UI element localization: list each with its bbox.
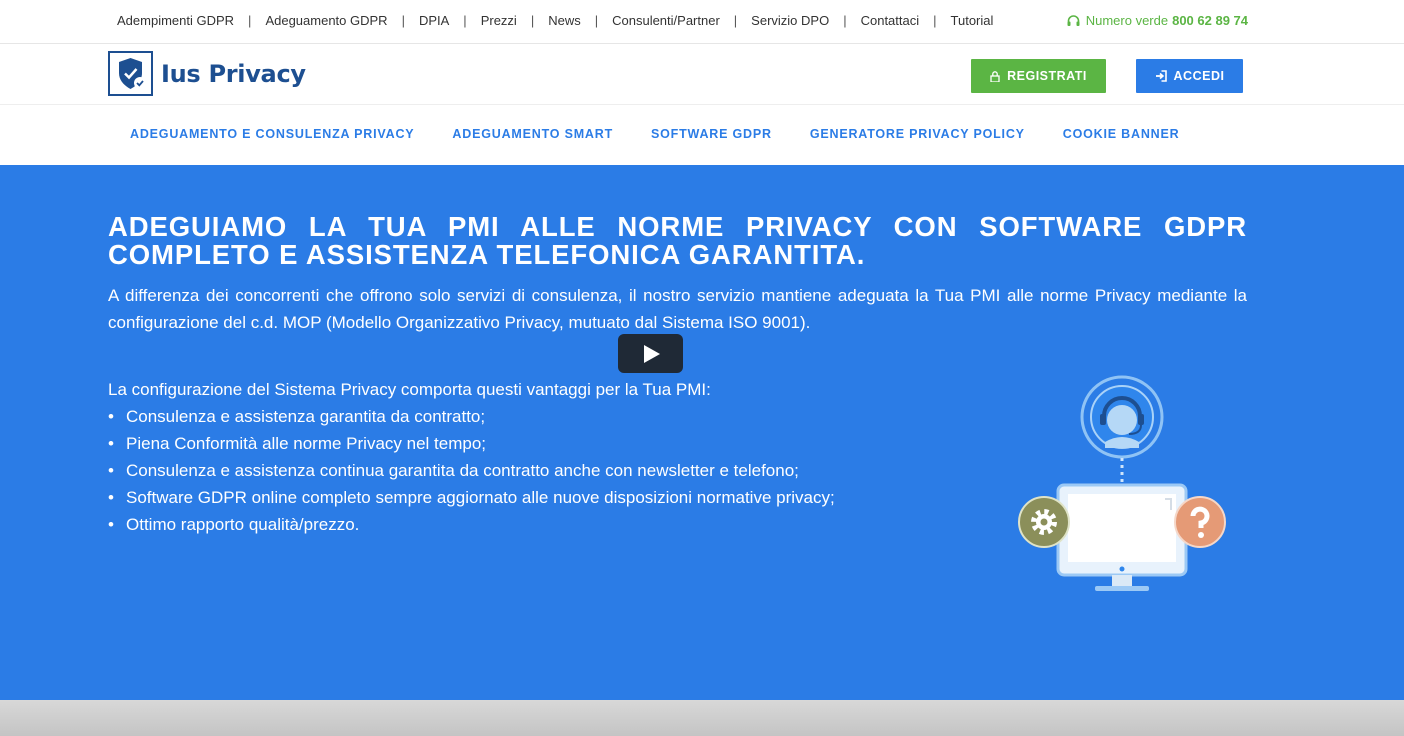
question-mark-icon — [1174, 496, 1226, 548]
toplink-adeguamento-gdpr[interactable]: Adeguamento GDPR — [265, 13, 387, 28]
login-label: ACCEDI — [1173, 69, 1225, 83]
toplink-dpia[interactable]: DPIA — [419, 13, 449, 28]
sign-in-icon — [1155, 70, 1167, 82]
phone-contact[interactable]: Numero verde 800 62 89 74 — [1067, 13, 1248, 28]
benefits-list: Consulenza e assistenza garantita da con… — [108, 403, 835, 538]
nav-adeguamento-smart[interactable]: ADEGUAMENTO SMART — [452, 127, 613, 141]
logo[interactable]: Ius Privacy — [108, 51, 306, 96]
nav-adeguamento-consulenza-privacy[interactable]: ADEGUAMENTO E CONSULENZA PRIVACY — [130, 127, 414, 141]
top-utility-bar: Adempimenti GDPR | Adeguamento GDPR | DP… — [0, 0, 1404, 44]
separator: | — [843, 13, 847, 28]
top-links: Adempimenti GDPR | Adeguamento GDPR | DP… — [117, 13, 993, 28]
separator: | — [530, 13, 535, 28]
phone-label: Numero verde — [1085, 13, 1169, 28]
register-label: REGISTRATI — [1007, 69, 1087, 83]
nav-software-gdpr[interactable]: SOFTWARE GDPR — [651, 127, 772, 141]
nav-cookie-banner[interactable]: COOKIE BANNER — [1063, 127, 1180, 141]
benefit-item: Consulenza e assistenza garantita da con… — [108, 403, 835, 430]
separator: | — [733, 13, 738, 28]
separator: | — [463, 13, 467, 28]
toplink-tutorial[interactable]: Tutorial — [951, 13, 994, 28]
toplink-news[interactable]: News — [548, 13, 581, 28]
logo-text: Ius Privacy — [161, 59, 306, 88]
benefit-item: Piena Conformità alle norme Privacy nel … — [108, 430, 835, 457]
hero-intro: A differenza dei concorrenti che offrono… — [108, 286, 1247, 332]
separator: | — [933, 13, 937, 28]
play-icon[interactable] — [618, 334, 683, 373]
toplink-servizio-dpo[interactable]: Servizio DPO — [751, 13, 829, 28]
shield-check-icon — [108, 51, 153, 96]
toplink-consulenti-partner[interactable]: Consulenti/Partner — [612, 13, 720, 28]
separator: | — [401, 13, 405, 28]
toplink-adempimenti-gdpr[interactable]: Adempimenti GDPR — [117, 13, 234, 28]
nav-generatore-privacy-policy[interactable]: GENERATORE PRIVACY POLICY — [810, 127, 1025, 141]
phone-number[interactable]: 800 62 89 74 — [1172, 13, 1248, 28]
toplink-contattaci[interactable]: Contattaci — [861, 13, 920, 28]
separator: | — [594, 13, 599, 28]
benefit-item: Software GDPR online completo sempre agg… — [108, 484, 835, 511]
section-divider — [0, 700, 1404, 736]
benefits-title: La configurazione del Sistema Privacy co… — [108, 380, 711, 399]
separator: | — [248, 13, 252, 28]
monitor-icon — [1056, 483, 1188, 591]
support-illustration — [1018, 375, 1226, 591]
hero-title: ADEGUIAMO LA TUA PMI ALLE NORME PRIVACY … — [108, 211, 1247, 270]
site-header: Ius Privacy REGISTRATI ACCEDI — [0, 44, 1404, 105]
hero-section: ADEGUIAMO LA TUA PMI ALLE NORME PRIVACY … — [0, 165, 1404, 700]
main-navigation: ADEGUAMENTO E CONSULENZA PRIVACY ADEGUAM… — [0, 105, 1404, 165]
benefit-item: Consulenza e assistenza continua garanti… — [108, 457, 835, 484]
lock-icon — [990, 70, 1000, 82]
register-button[interactable]: REGISTRATI — [971, 59, 1106, 93]
login-button[interactable]: ACCEDI — [1136, 59, 1243, 93]
headset-icon — [1067, 14, 1080, 26]
support-operator-icon — [1080, 375, 1164, 459]
gear-icon — [1018, 496, 1070, 548]
toplink-prezzi[interactable]: Prezzi — [481, 13, 517, 28]
benefit-item: Ottimo rapporto qualità/prezzo. — [108, 511, 835, 538]
